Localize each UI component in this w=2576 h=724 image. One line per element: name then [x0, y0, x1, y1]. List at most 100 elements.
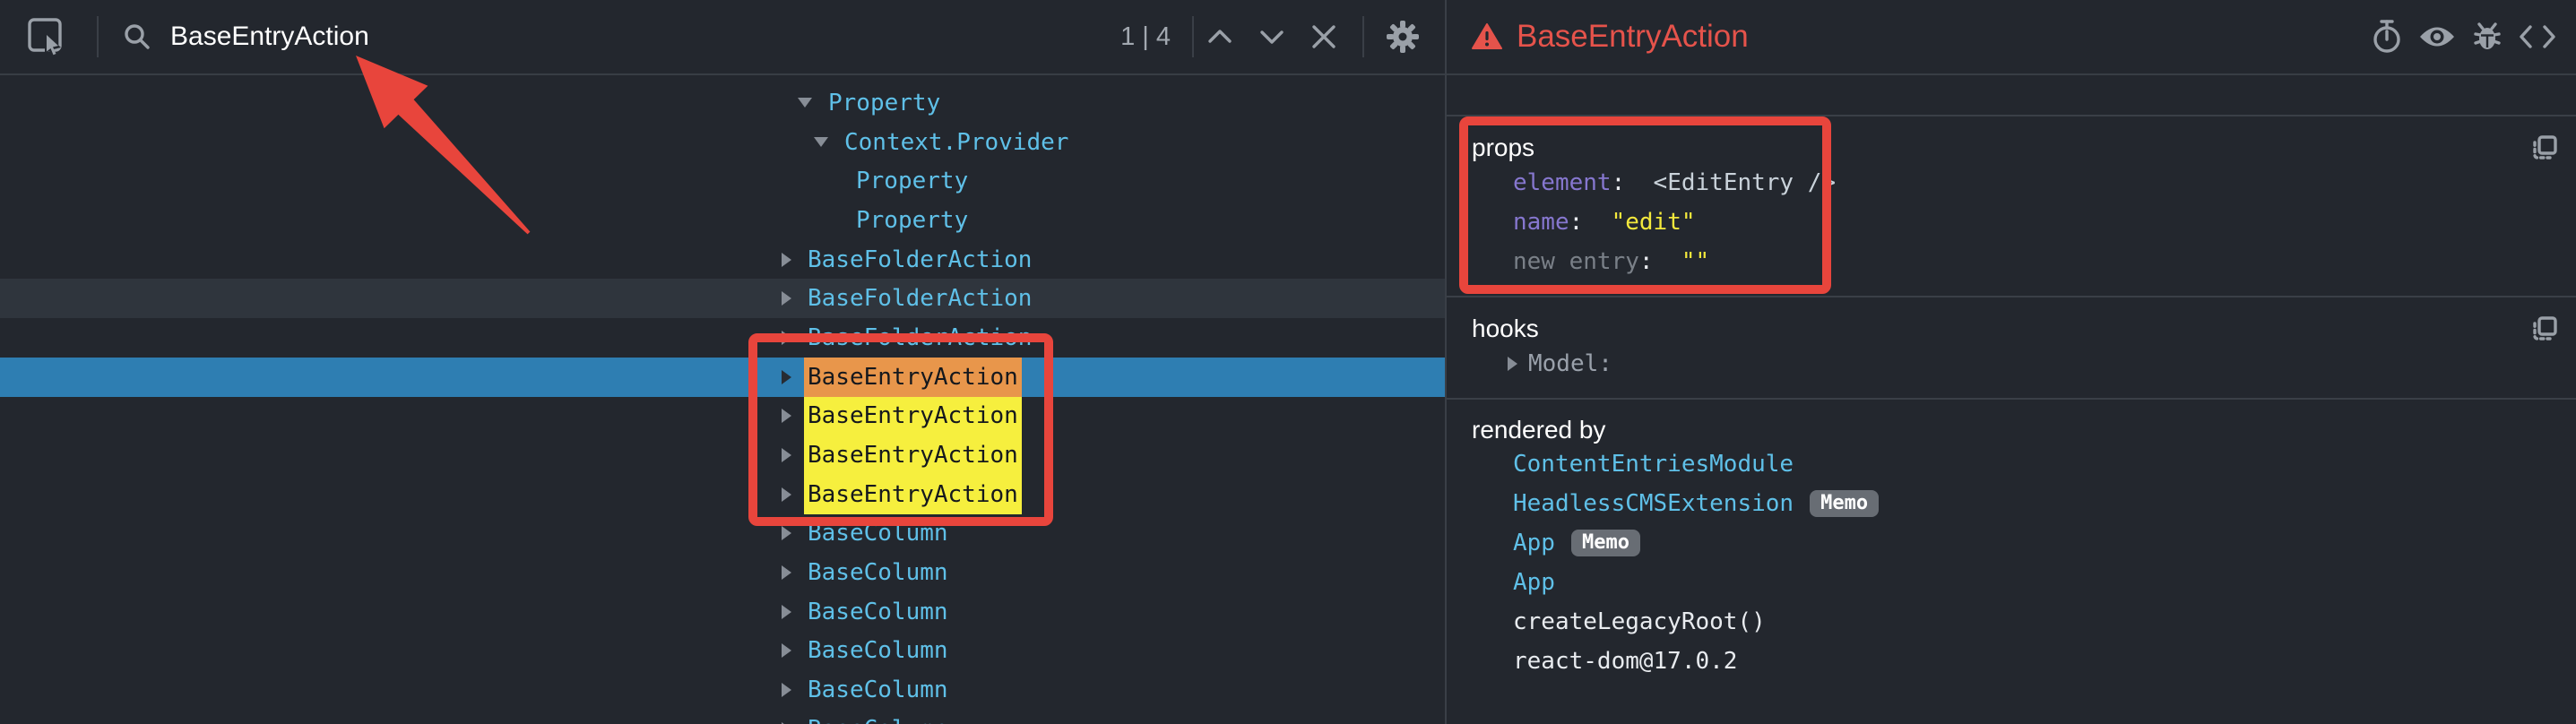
rendered-by-row: createLegacyRoot(): [1472, 602, 2576, 642]
owner-link[interactable]: App: [1513, 569, 1555, 596]
prop-row[interactable]: element: <EditEntry />: [1472, 163, 2576, 203]
hook-name: Model:: [1528, 350, 1612, 377]
prop-value: "edit": [1612, 209, 1696, 236]
component-tree: PropertyContext.ProviderPropertyProperty…: [0, 75, 1445, 724]
tree-row[interactable]: BaseFolderAction: [0, 318, 1445, 358]
tree-row[interactable]: BaseColumn: [0, 592, 1445, 632]
rendered-by-row: App Memo: [1472, 523, 2576, 563]
rendered-by-section: rendered by ContentEntriesModule Headless…: [1447, 398, 2576, 724]
chevron-right-icon[interactable]: [782, 565, 791, 580]
rendered-by-row: App: [1472, 563, 2576, 602]
component-name: BaseFolderAction: [804, 240, 1035, 280]
tree-row[interactable]: Property: [0, 201, 1445, 240]
chevron-right-icon[interactable]: [782, 409, 791, 423]
stopwatch-icon[interactable]: [2366, 16, 2407, 57]
copy-icon[interactable]: [2529, 133, 2560, 163]
props-section: props element: <EditEntry />name: "edit"…: [1447, 115, 2576, 296]
prop-value: <EditEntry />: [1654, 169, 1837, 196]
chevron-right-icon[interactable]: [782, 253, 791, 267]
search-field: [122, 10, 1120, 64]
eye-icon[interactable]: [2416, 16, 2458, 57]
owner-link[interactable]: HeadlessCMSExtension: [1513, 490, 1794, 517]
chevron-right-icon[interactable]: [782, 643, 791, 658]
memo-badge: Memo: [1571, 530, 1640, 556]
tree-row[interactable]: BaseColumn: [0, 670, 1445, 710]
tree-row[interactable]: BaseEntryAction: [0, 397, 1445, 436]
component-name: BaseColumn: [804, 710, 952, 724]
warning-triangle-icon: [1472, 22, 1502, 51]
spacer: [1447, 75, 2576, 115]
tree-row[interactable]: BaseFolderAction: [0, 240, 1445, 280]
inspected-element-panel: BaseEntryAction: [1447, 0, 2576, 724]
react-devtools-components-panel: 1 | 4: [0, 0, 2576, 724]
prop-row[interactable]: name: "edit": [1472, 203, 2576, 242]
component-name: BaseColumn: [804, 632, 952, 671]
inspected-element-body: props element: <EditEntry />name: "edit"…: [1447, 75, 2576, 724]
component-name: BaseColumn: [804, 514, 952, 554]
hooks-section: hooks Model:: [1447, 296, 2576, 398]
search-results-count: 1 | 4: [1120, 22, 1171, 52]
toolbar-divider: [97, 16, 99, 57]
gear-icon[interactable]: [1377, 11, 1429, 63]
component-name: BaseEntryAction: [804, 475, 1022, 514]
view-source-icon[interactable]: [2517, 16, 2558, 57]
tree-row[interactable]: Property: [0, 161, 1445, 201]
props-header: props: [1472, 134, 1534, 162]
tree-row[interactable]: BaseEntryAction: [0, 435, 1445, 475]
bug-icon[interactable]: [2467, 16, 2508, 57]
chevron-down-icon[interactable]: [814, 137, 828, 147]
tree-toolbar: 1 | 4: [0, 0, 1445, 75]
memo-badge: Memo: [1810, 490, 1879, 517]
rendered-by-row: ContentEntriesModule: [1472, 444, 2576, 484]
tree-row[interactable]: BaseColumn: [0, 710, 1445, 724]
chevron-right-icon[interactable]: [782, 526, 791, 540]
chevron-right-icon[interactable]: [782, 448, 791, 462]
rendered-by-header: rendered by: [1472, 416, 1605, 444]
toolbar-divider: [1362, 16, 1364, 57]
chevron-right-icon[interactable]: [782, 291, 791, 306]
inspected-element-actions: [2366, 16, 2558, 57]
rendered-by-row: react-dom@17.0.2: [1472, 642, 2576, 681]
colon: :: [1639, 248, 1681, 275]
tree-row[interactable]: BaseFolderAction: [0, 279, 1445, 318]
rendered-by-row: HeadlessCMSExtension Memo: [1472, 484, 2576, 523]
tree-row[interactable]: BaseEntryAction: [0, 358, 1445, 397]
search-input[interactable]: [170, 10, 1120, 64]
chevron-right-icon[interactable]: [782, 605, 791, 619]
prop-row[interactable]: new entry: "": [1472, 242, 2576, 281]
inspect-element-icon[interactable]: [23, 13, 70, 60]
hooks-header: hooks: [1472, 315, 1539, 343]
tree-row[interactable]: BaseEntryAction: [0, 475, 1445, 514]
chevron-right-icon[interactable]: [782, 370, 791, 384]
component-name: BaseFolderAction: [804, 318, 1035, 358]
prop-key: name: [1513, 209, 1569, 236]
tree-row[interactable]: Property: [0, 83, 1445, 123]
chevron-down-icon[interactable]: [1246, 11, 1298, 63]
copy-icon[interactable]: [2529, 314, 2560, 344]
component-name: Property: [852, 201, 972, 240]
prop-value: "": [1681, 248, 1709, 275]
component-name: BaseEntryAction: [804, 397, 1022, 436]
chevron-right-icon[interactable]: [782, 487, 791, 502]
owner-link[interactable]: ContentEntriesModule: [1513, 451, 1794, 478]
component-name: BaseColumn: [804, 670, 952, 710]
close-icon[interactable]: [1298, 11, 1350, 63]
owner-label: react-dom@17.0.2: [1513, 648, 1737, 675]
chevron-right-icon[interactable]: [1508, 357, 1517, 371]
tree-row[interactable]: BaseColumn: [0, 514, 1445, 554]
owner-link[interactable]: App: [1513, 530, 1555, 556]
chevron-right-icon[interactable]: [782, 683, 791, 697]
tree-row[interactable]: BaseColumn: [0, 632, 1445, 671]
chevron-up-icon[interactable]: [1194, 11, 1246, 63]
chevron-down-icon[interactable]: [798, 98, 812, 108]
component-name: Property: [852, 161, 972, 201]
tree-row[interactable]: Context.Provider: [0, 123, 1445, 162]
hook-row[interactable]: Model:: [1472, 344, 2576, 384]
colon: :: [1612, 169, 1654, 196]
tree-row[interactable]: BaseColumn: [0, 553, 1445, 592]
component-name: BaseEntryAction: [804, 435, 1022, 475]
chevron-right-icon[interactable]: [782, 331, 791, 345]
component-name: BaseColumn: [804, 553, 952, 592]
owner-label: createLegacyRoot(): [1513, 608, 1766, 635]
inspected-element-toolbar: BaseEntryAction: [1447, 0, 2576, 75]
